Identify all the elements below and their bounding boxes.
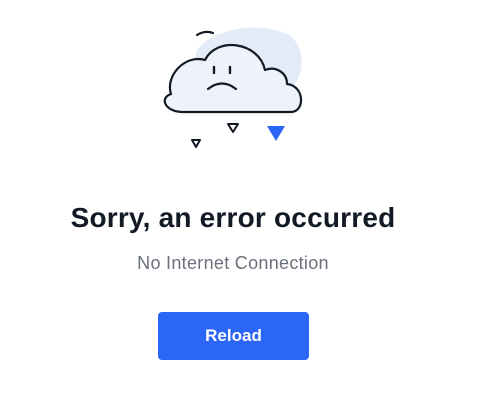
motion-mark	[195, 30, 215, 37]
sad-cloud-illustration	[155, 20, 315, 155]
error-message: No Internet Connection	[137, 253, 329, 273]
error-title: Sorry, an error occurred	[70, 202, 396, 233]
sad-cloud-icon	[163, 27, 303, 148]
reload-button[interactable]: Reload	[158, 312, 309, 360]
rain-drop-small	[191, 139, 201, 148]
rain-drop-medium	[227, 123, 239, 133]
rain-drop-accent	[267, 126, 285, 141]
